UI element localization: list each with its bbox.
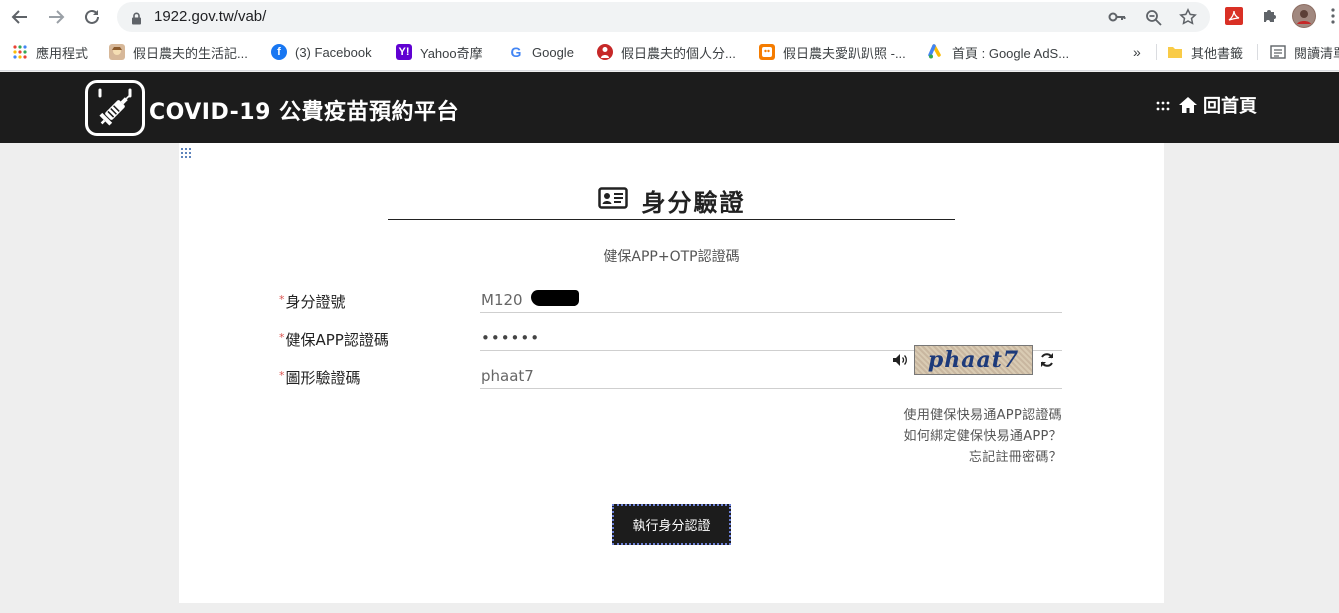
use-app-code-link[interactable]: 使用健保快易通APP認證碼: [904, 405, 1062, 426]
captcha-image: phaat7: [914, 345, 1033, 375]
required-mark: *: [279, 331, 285, 344]
blogger-icon: [597, 44, 613, 60]
bookmark-farmer-photos[interactable]: 假日農夫愛趴趴照 -...: [759, 42, 906, 62]
reload-icon: [85, 9, 99, 24]
more-menu-icon[interactable]: [1328, 5, 1338, 27]
photo-icon: [759, 44, 775, 60]
id-card-icon: [597, 187, 628, 213]
browser-toolbar: 1922.gov.tw/vab/: [0, 0, 1339, 34]
site-header: COVID-19 公費疫苗預約平台 回首頁: [0, 72, 1339, 143]
google-icon: G: [510, 44, 522, 60]
site-title[interactable]: COVID-19 公費疫苗預約平台: [149, 94, 459, 126]
google-ads-icon: [928, 44, 944, 60]
bookmark-other-folder[interactable]: 其他書籤: [1167, 42, 1243, 62]
reading-list-icon: [1270, 44, 1286, 60]
redaction-mark: [531, 290, 579, 306]
back-button[interactable]: [8, 5, 32, 29]
accesskey-icon: [1156, 96, 1170, 115]
vaccine-logo-icon[interactable]: [85, 80, 145, 136]
bookmark-star-icon[interactable]: [1178, 7, 1198, 27]
id-number-row: *身分證號: [279, 287, 1064, 317]
address-bar[interactable]: 1922.gov.tw/vab/: [117, 2, 1210, 32]
extensions-puzzle-icon[interactable]: [1258, 5, 1280, 27]
folder-icon: [1167, 44, 1183, 60]
accesskey-anchor[interactable]: [180, 147, 192, 159]
lock-icon: [131, 10, 142, 29]
bookmark-google-ads[interactable]: 首頁 : Google AdS...: [928, 42, 1069, 62]
back-arrow-icon: [11, 10, 27, 24]
auth-panel: 身分驗證 健保APP+OTP認證碼 *身分證號 *健保APP認證碼 *圖形驗證碼…: [179, 143, 1164, 603]
bookmark-yahoo[interactable]: Y! Yahoo奇摩: [396, 42, 483, 62]
audio-speaker-icon[interactable]: [892, 353, 908, 367]
url-text[interactable]: 1922.gov.tw/vab/: [154, 8, 266, 25]
reload-button[interactable]: [80, 5, 104, 29]
pdf-extension-icon[interactable]: [1223, 5, 1245, 27]
bookmark-farmer-blog[interactable]: 假日農夫的生活記...: [109, 42, 248, 62]
captcha-controls: phaat7: [892, 345, 1055, 375]
home-link[interactable]: 回首頁: [1156, 92, 1257, 118]
bookmark-separator: [1156, 44, 1157, 60]
help-links: 使用健保快易通APP認證碼 如何綁定健保快易通APP？ 忘記註冊密碼？: [904, 405, 1062, 468]
bookmarks-overflow-button[interactable]: »: [1133, 42, 1141, 62]
forward-arrow-icon: [49, 10, 65, 24]
facebook-icon: f: [271, 44, 287, 60]
bookmark-apps[interactable]: 應用程式: [12, 42, 88, 62]
home-icon: [1178, 96, 1198, 114]
bind-app-link[interactable]: 如何綁定健保快易通APP？: [904, 426, 1062, 447]
bookmark-google[interactable]: G Google: [508, 42, 574, 62]
bookmark-facebook[interactable]: f (3) Facebook: [271, 42, 372, 62]
home-label: 回首頁: [1203, 96, 1257, 117]
auth-method-label: 健保APP+OTP認證碼: [603, 249, 740, 265]
required-mark: *: [279, 293, 285, 306]
page-title: 身分驗證: [388, 181, 955, 220]
bookmark-farmer-profile[interactable]: 假日農夫的個人分...: [597, 42, 736, 62]
yahoo-icon: Y!: [396, 44, 412, 60]
refresh-captcha-icon[interactable]: [1039, 352, 1055, 368]
submit-auth-button[interactable]: 執行身分認證: [612, 504, 731, 545]
captcha-label: *圖形驗證碼: [279, 369, 361, 387]
forgot-password-link[interactable]: 忘記註冊密碼？: [904, 447, 1062, 468]
farmer-avatar-icon: [109, 44, 125, 60]
page-heading: 身分驗證: [641, 188, 746, 217]
forward-button[interactable]: [44, 5, 68, 29]
apps-grid-icon: [12, 44, 28, 60]
required-mark: *: [279, 369, 285, 382]
reading-list-button[interactable]: 閱讀清單: [1270, 42, 1339, 62]
bookmarks-bar: 應用程式 假日農夫的生活記... f (3) Facebook Y! Yahoo…: [0, 34, 1339, 71]
key-icon[interactable]: [1107, 7, 1127, 27]
profile-avatar-icon[interactable]: [1292, 4, 1316, 28]
id-number-label: *身分證號: [279, 293, 346, 311]
zoom-icon[interactable]: [1143, 7, 1163, 27]
bookmark-separator: [1257, 44, 1258, 60]
app-code-label: *健保APP認證碼: [279, 331, 389, 349]
